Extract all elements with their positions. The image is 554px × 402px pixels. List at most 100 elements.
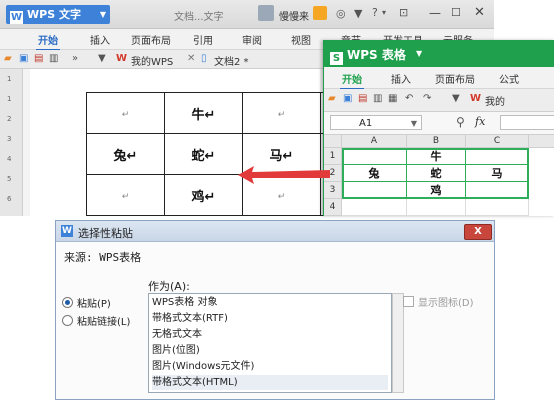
writer-app-menu[interactable]: W WPS 文字 ▼ <box>6 5 110 24</box>
table-cell[interactable]: 兔↵ <box>86 133 165 175</box>
table-cell[interactable]: 鸡↵ <box>164 174 243 216</box>
restore-ribbon-icon[interactable]: ⊡ <box>399 6 408 19</box>
table-cell[interactable]: ↵ <box>86 92 165 134</box>
list-item[interactable]: 图片(Windows元文件) <box>152 359 388 374</box>
tab-references[interactable]: 引用 <box>193 32 213 47</box>
chevron-down-icon[interactable]: ▼ <box>452 93 460 104</box>
pdf-icon[interactable]: ▤ <box>358 93 367 104</box>
minimize-icon[interactable]: — <box>429 6 441 20</box>
tab-review[interactable]: 审阅 <box>242 32 262 47</box>
save-icon[interactable]: ▣ <box>343 93 352 104</box>
chevron-down-icon[interactable]: ▾ <box>382 8 386 17</box>
tab-insert[interactable]: 插入 <box>391 71 411 86</box>
print-icon[interactable]: ▥ <box>373 93 382 104</box>
close-icon[interactable]: ✕ <box>474 5 485 20</box>
paste-link-radio[interactable]: 粘贴链接(L) <box>62 313 130 328</box>
formula-input[interactable] <box>500 115 554 130</box>
list-item[interactable]: WPS表格 对象 <box>152 295 388 310</box>
radio-icon <box>62 315 73 326</box>
ruler-number: 1 <box>7 75 12 83</box>
tab-home[interactable]: 开始 <box>36 32 60 51</box>
copied-range-outline <box>342 148 529 199</box>
pdf-icon[interactable]: ▤ <box>34 53 43 64</box>
save-icon[interactable]: ▣ <box>19 53 28 64</box>
show-icon-checkbox[interactable]: 显示图标(D) <box>403 294 474 309</box>
tab-home[interactable]: 开始 <box>340 71 364 90</box>
checkbox-icon <box>403 296 414 307</box>
column-header[interactable]: B <box>407 135 466 148</box>
function-fx-icon[interactable]: fx <box>475 115 485 128</box>
close-tab-icon[interactable]: ✕ <box>187 53 195 64</box>
chevron-down-icon[interactable]: ▼ <box>98 53 106 64</box>
tab-formulas[interactable]: 公式 <box>499 71 519 86</box>
tab-document2[interactable]: 文档2 * <box>214 53 249 68</box>
sheet-ribbon-tabs: 开始 插入 页面布局 公式 <box>324 68 554 90</box>
cell-a4[interactable] <box>342 199 407 216</box>
ruler-number: 4 <box>7 155 12 163</box>
name-box[interactable]: A1 ▼ <box>330 115 422 130</box>
cell-b4[interactable] <box>407 199 466 216</box>
table-cell[interactable]: 牛↵ <box>164 92 243 134</box>
wps-spreadsheet-window: S WPS 表格 ▼ 开始 插入 页面布局 公式 ▰ ▣ ▤ ▥ ▦ ↶ ↷ ▼ … <box>323 40 554 216</box>
preview-icon[interactable]: ▦ <box>388 93 397 104</box>
select-all-corner[interactable] <box>324 135 342 148</box>
undo-icon[interactable]: ↶ <box>405 93 413 104</box>
open-folder-icon[interactable]: ▰ <box>4 53 12 64</box>
wps-writer-logo-icon: W <box>10 11 23 24</box>
column-header[interactable] <box>529 135 554 148</box>
table-cell[interactable]: ↵ <box>242 92 321 134</box>
skin-icon[interactable]: ◎ <box>336 7 346 20</box>
writer-title-bar: W WPS 文字 ▼ 文档...文字 慢慢来 ◎ ▼ ? ▾ ⊡ — ☐ ✕ <box>0 0 494 29</box>
show-icon-label: 显示图标(D) <box>418 298 474 309</box>
cell-c4[interactable] <box>466 199 529 216</box>
maximize-icon[interactable]: ☐ <box>451 6 461 19</box>
table-cell[interactable]: ↵ <box>86 174 165 216</box>
row-header[interactable]: 4 <box>324 199 342 216</box>
chevron-down-icon[interactable]: ▼ <box>416 49 422 58</box>
tab-view[interactable]: 视图 <box>291 32 311 47</box>
tab-page-layout[interactable]: 页面布局 <box>131 32 171 47</box>
redo-icon[interactable]: ↷ <box>423 93 431 104</box>
paste-as-list[interactable]: WPS表格 对象 带格式文本(RTF) 无格式文本 图片(位图) 图片(Wind… <box>148 293 392 393</box>
tab-my-wps[interactable]: 我的WPS <box>131 53 173 68</box>
ruler-number: 6 <box>7 195 12 203</box>
column-header[interactable]: A <box>342 135 407 148</box>
print-preview-icon[interactable]: ▥ <box>49 53 58 64</box>
list-item-selected[interactable]: 带格式文本(HTML) <box>152 375 388 390</box>
avatar[interactable] <box>258 5 274 21</box>
help-icon[interactable]: ? <box>372 6 378 19</box>
dialog-close-button[interactable]: X <box>464 224 492 240</box>
paste-radio-label: 粘贴(P) <box>77 299 111 310</box>
wps-sheet-logo-icon: S <box>330 52 343 65</box>
column-header[interactable]: C <box>466 135 529 148</box>
more-icon[interactable]: » <box>72 53 78 64</box>
tab-my-wps[interactable]: 我的 <box>485 93 505 108</box>
writer-app-name: WPS 文字 <box>27 8 81 21</box>
member-badge-icon[interactable] <box>313 6 327 20</box>
name-box-value: A1 <box>359 118 373 129</box>
list-item[interactable]: 图片(位图) <box>152 343 388 358</box>
shirt-icon[interactable]: ▼ <box>354 7 362 20</box>
word-table[interactable]: ↵ 牛↵ ↵ ↵ 兔↵ 蛇↵ 马↵ ↵ ↵ 鸡↵ ↵ ↵ <box>86 92 346 216</box>
red-arrow <box>238 166 330 184</box>
list-item[interactable]: 带格式文本(RTF) <box>152 311 388 326</box>
list-item[interactable]: 无格式文本 <box>152 327 388 342</box>
zoom-search-icon[interactable]: ⚲ <box>456 115 465 129</box>
writer-doc-title: 文档...文字 <box>174 12 224 23</box>
document-page[interactable]: ↵ 牛↵ ↵ ↵ 兔↵ 蛇↵ 马↵ ↵ ↵ 鸡↵ ↵ ↵ <box>30 69 346 216</box>
tab-insert[interactable]: 插入 <box>90 32 110 47</box>
paste-radio[interactable]: 粘贴(P) <box>62 295 111 310</box>
user-name[interactable]: 慢慢来 <box>279 8 309 23</box>
table-cell[interactable]: 蛇↵ <box>164 133 243 175</box>
wps-home-icon: W <box>470 93 482 104</box>
sheet-grid[interactable]: A B C 1 2 3 4 牛 兔 蛇 马 鸡 <box>324 135 554 216</box>
dialog-title-bar: W 选择性粘贴 X <box>56 221 494 242</box>
sheet-quick-toolbar: ▰ ▣ ▤ ▥ ▦ ↶ ↷ ▼ W 我的 <box>324 89 554 112</box>
row-header[interactable]: 1 <box>324 148 342 165</box>
sheet-app-menu[interactable]: S WPS 表格 <box>330 46 406 65</box>
radio-selected-icon <box>62 297 73 308</box>
tab-page-layout[interactable]: 页面布局 <box>435 71 475 86</box>
chevron-down-icon: ▼ <box>410 119 417 128</box>
open-folder-icon[interactable]: ▰ <box>328 93 336 104</box>
chevron-down-icon: ▼ <box>99 10 106 19</box>
